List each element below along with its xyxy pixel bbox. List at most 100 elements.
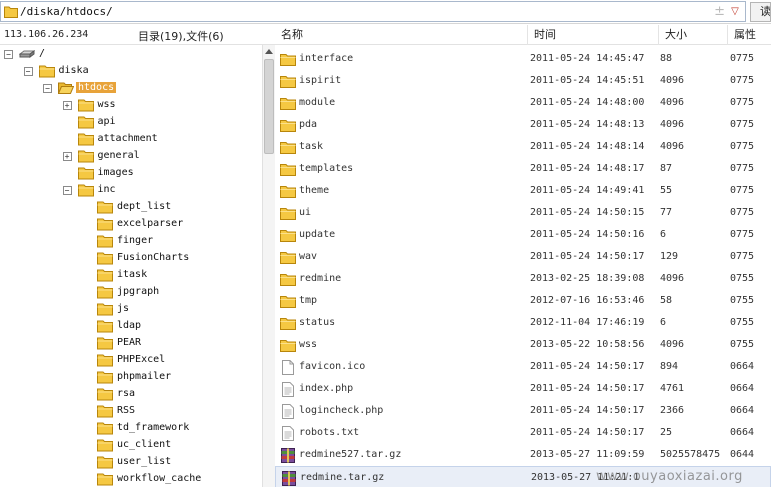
file-name: redmine527.tar.gz [299,449,402,460]
file-row[interactable]: logincheck.php 2011-05-24 14:50:17 2366 066… [275,400,771,422]
file-row[interactable]: theme 2011-05-24 14:49:41 55 0775 [275,180,771,202]
tree-item-label: phpmailer [117,371,172,382]
expand-icon[interactable]: + [62,101,72,110]
collapse-icon[interactable]: − [23,67,33,76]
tree-item-label: FusionCharts [117,252,190,263]
file-size: 6 [660,317,667,328]
file-row[interactable]: index.php 2011-05-24 14:50:17 4761 0664 [275,378,771,400]
file-row[interactable]: update 2011-05-24 14:50:16 6 0775 [275,224,771,246]
dropdown-arrow-icon[interactable]: ▽ [727,3,743,20]
folder-icon [77,167,94,180]
file-time: 2011-05-24 14:50:17 [530,405,645,416]
file-size: 4096 [660,273,685,284]
tree-item-label: RSS [117,405,136,416]
folder-icon [280,252,296,264]
collapse-icon[interactable]: − [4,50,13,59]
tree-item-label: rsa [117,388,136,399]
tree-item-label: jpgraph [117,286,160,297]
tree-item-label: htdocs [76,82,117,93]
file-row[interactable]: wss 2013-05-22 10:58:56 4096 0755 [275,334,771,356]
tree-item-label: ldap [117,320,142,331]
tree-item-label: user_list [117,456,172,467]
file-name: task [299,141,324,152]
file-row[interactable]: ui 2011-05-24 14:50:15 77 0775 [275,202,771,224]
file-name: index.php [299,383,354,394]
folder-icon [280,340,296,352]
text-file-icon [282,426,294,441]
file-row[interactable]: robots.txt 2011-05-24 14:50:17 25 0664 [275,422,771,444]
file-time: 2011-05-24 14:50:17 [530,361,645,372]
file-size: 129 [660,251,679,262]
column-header-time[interactable]: 时间 [527,25,658,45]
file-size: 4761 [660,383,685,394]
tree-item-label: attachment [97,133,158,144]
file-attr: 0775 [730,185,755,196]
file-name: interface [299,53,354,64]
file-row[interactable]: templates 2011-05-24 14:48:17 87 0775 [275,158,771,180]
column-header-attr[interactable]: 属性 [727,25,771,45]
file-name: tmp [299,295,318,306]
tree-item-label: dept_list [117,201,172,212]
folder-icon [97,439,113,452]
file-size: 55 [660,185,673,196]
tree-item-label: images [97,167,134,178]
collapse-icon[interactable]: − [43,84,52,93]
file-name: status [299,317,336,328]
file-row[interactable]: redmine527.tar.gz 2013-05-27 11:09:59 5025… [275,444,771,466]
file-time: 2011-05-24 14:48:14 [530,141,645,152]
file-attr: 0775 [730,163,755,174]
drive-icon [19,50,35,58]
tree-scrollbar[interactable] [262,45,275,487]
file-time: 2011-05-24 14:45:47 [530,53,645,64]
file-attr: 0775 [730,75,755,86]
file-row[interactable]: favicon.ico 2011-05-24 14:50:17 894 0664 [275,356,771,378]
file-size: 87 [660,163,673,174]
file-row[interactable]: redmine 2013-02-25 18:39:08 4096 0755 [275,268,771,290]
file-row[interactable]: task 2011-05-24 14:48:14 4096 0775 [275,136,771,158]
file-size: 4096 [660,339,685,350]
file-row[interactable]: wav 2011-05-24 14:50:17 129 0775 [275,246,771,268]
column-header-name[interactable]: 名称 [275,25,527,45]
scroll-thumb[interactable] [264,59,274,154]
file-name: ui [299,207,312,218]
file-size: 58 [660,295,673,306]
file-row[interactable]: status 2012-11-04 17:46:19 6 0755 [275,312,771,334]
file-row[interactable]: interface 2011-05-24 14:45:47 88 0775 [275,48,771,70]
expand-icon[interactable]: + [62,152,72,161]
file-row[interactable]: pda 2011-05-24 14:48:13 4096 0775 [275,114,771,136]
file-name: update [299,229,336,240]
folder-icon [97,286,113,299]
folder-icon [280,208,296,220]
file-time: 2011-05-24 14:48:17 [530,163,645,174]
archive-icon [281,448,295,463]
file-icon [282,360,294,375]
file-time: 2011-05-24 14:45:51 [530,75,645,86]
tree-item-label: uc_client [117,439,172,450]
file-list: interface 2011-05-24 14:45:47 88 0775 ispiri… [275,45,771,487]
file-row[interactable]: ispirit 2011-05-24 14:45:51 4096 0775 [275,70,771,92]
path-input[interactable]: /diska/htdocs/ ± ▽ [0,1,746,22]
collapse-icon[interactable]: − [62,186,72,195]
file-size: 6 [660,229,667,240]
file-attr: 0775 [730,53,755,64]
folder-icon [97,201,113,214]
folder-icon [280,164,296,176]
folder-icon [280,98,296,110]
folder-icon [280,274,296,286]
file-name: redmine.tar.gz [300,472,385,483]
plus-minus-icon[interactable]: ± [714,4,725,19]
folder-icon [97,218,113,231]
file-size: 894 [660,361,679,372]
file-size: 4096 [660,97,685,108]
folder-icon [77,150,94,163]
file-time: 2011-05-24 14:48:13 [530,119,645,130]
read-button[interactable]: 读 [750,2,771,22]
scroll-up-arrow-icon[interactable] [265,49,273,54]
tree-item-label: inc [97,184,116,195]
file-row[interactable]: tmp 2012-07-16 16:53:46 58 0755 [275,290,771,312]
file-attr: 0775 [730,229,755,240]
column-header-size[interactable]: 大小 [658,25,727,45]
folder-icon [280,120,296,132]
file-time: 2013-05-22 10:58:56 [530,339,645,350]
file-row[interactable]: module 2011-05-24 14:48:00 4096 0775 [275,92,771,114]
